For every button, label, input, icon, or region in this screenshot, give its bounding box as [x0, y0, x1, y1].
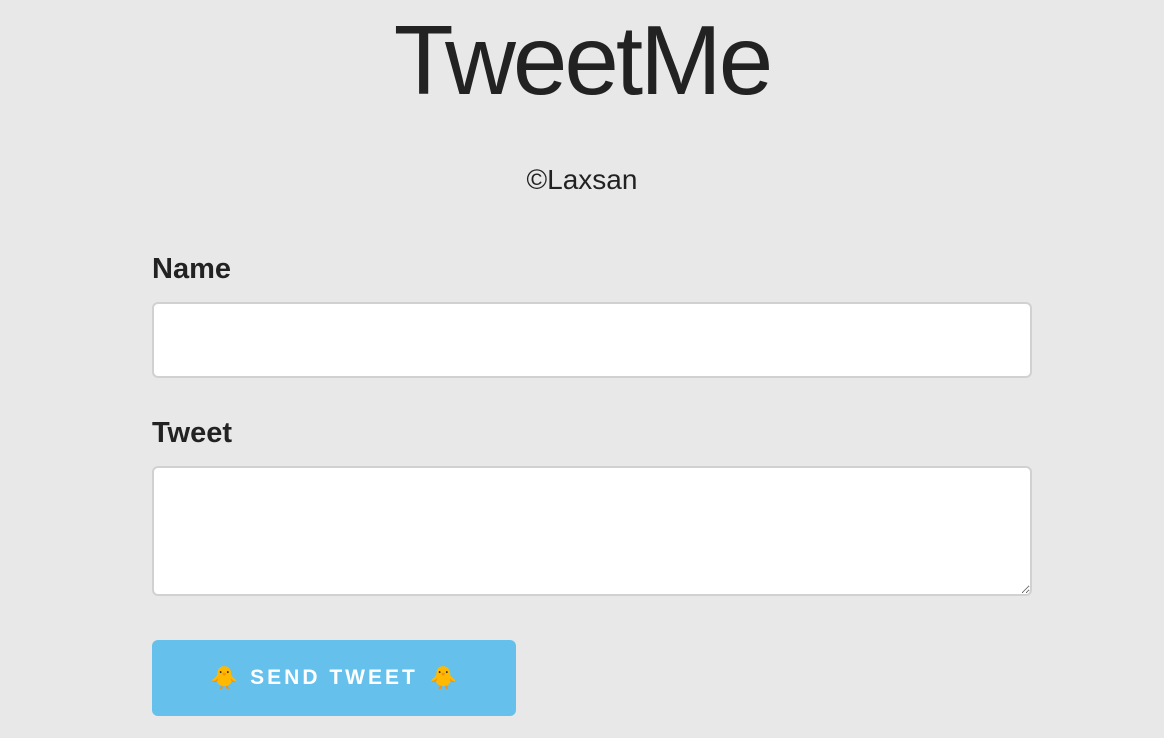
chick-icon: 🐥 — [210, 665, 239, 690]
chick-icon: 🐥 — [429, 665, 458, 690]
copyright-text: ©Laxsan — [526, 164, 638, 195]
send-tweet-button[interactable]: 🐥 SEND TWEET 🐥 — [152, 640, 516, 716]
send-tweet-label: SEND TWEET — [250, 666, 418, 689]
name-label: Name — [152, 253, 231, 285]
tweet-textarea[interactable] — [152, 466, 1032, 596]
app-title: TweetMe — [393, 5, 774, 115]
tweet-label: Tweet — [152, 417, 233, 449]
name-input[interactable] — [152, 302, 1032, 378]
